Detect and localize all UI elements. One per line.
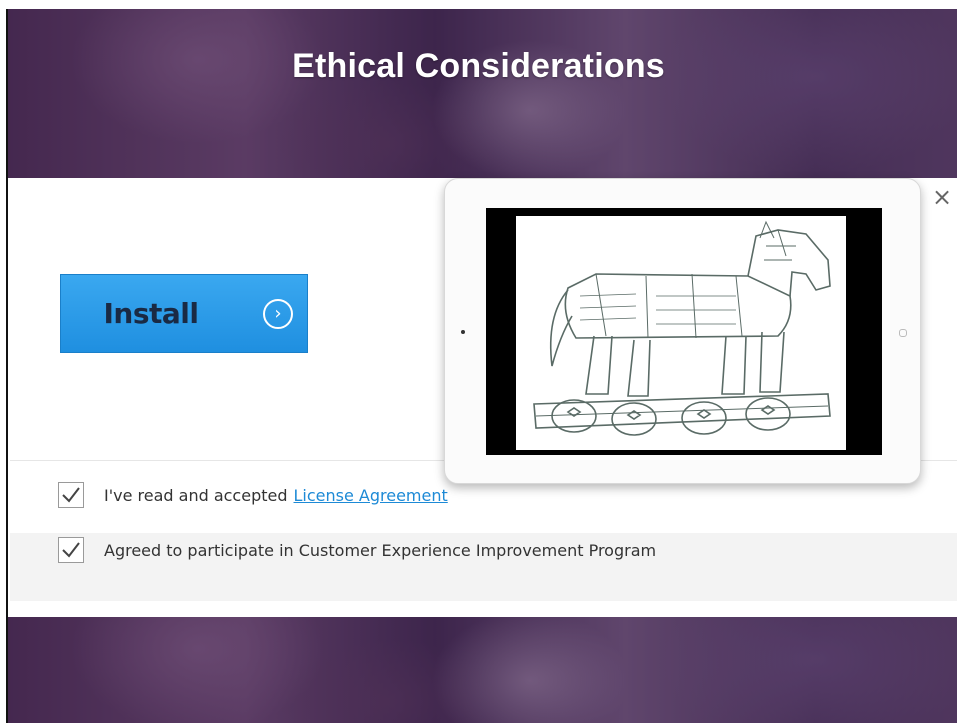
improvement-program-text: Agreed to participate in Customer Experi…	[104, 540, 657, 560]
slide-left-border	[0, 9, 8, 723]
improvement-program-row: Agreed to participate in Customer Experi…	[58, 537, 656, 563]
tablet-device	[444, 178, 921, 484]
improvement-program-checkbox[interactable]	[58, 537, 84, 563]
checkmark-icon	[62, 487, 80, 503]
close-icon[interactable]: ×	[931, 185, 953, 209]
checkmark-icon	[62, 542, 80, 558]
slide: Ethical Considerations Install › I've re…	[0, 0, 957, 723]
install-button-label: Install	[103, 297, 200, 330]
chevron-right-circle-icon: ›	[263, 299, 293, 329]
install-button[interactable]: Install ›	[60, 274, 308, 353]
license-agreement-checkbox[interactable]	[58, 482, 84, 508]
tablet-home-button	[899, 329, 907, 337]
license-agreement-row: I've read and accepted License Agreement	[58, 482, 448, 508]
background-photo-bottom	[8, 617, 957, 723]
license-agreement-text: I've read and accepted	[104, 485, 288, 505]
slide-title: Ethical Considerations	[292, 47, 665, 85]
tablet-camera	[461, 330, 465, 334]
license-agreement-link[interactable]: License Agreement	[294, 486, 448, 505]
trojan-horse-sketch-icon	[516, 216, 846, 450]
background-photo-top	[8, 9, 957, 178]
tablet-screen	[486, 208, 882, 455]
